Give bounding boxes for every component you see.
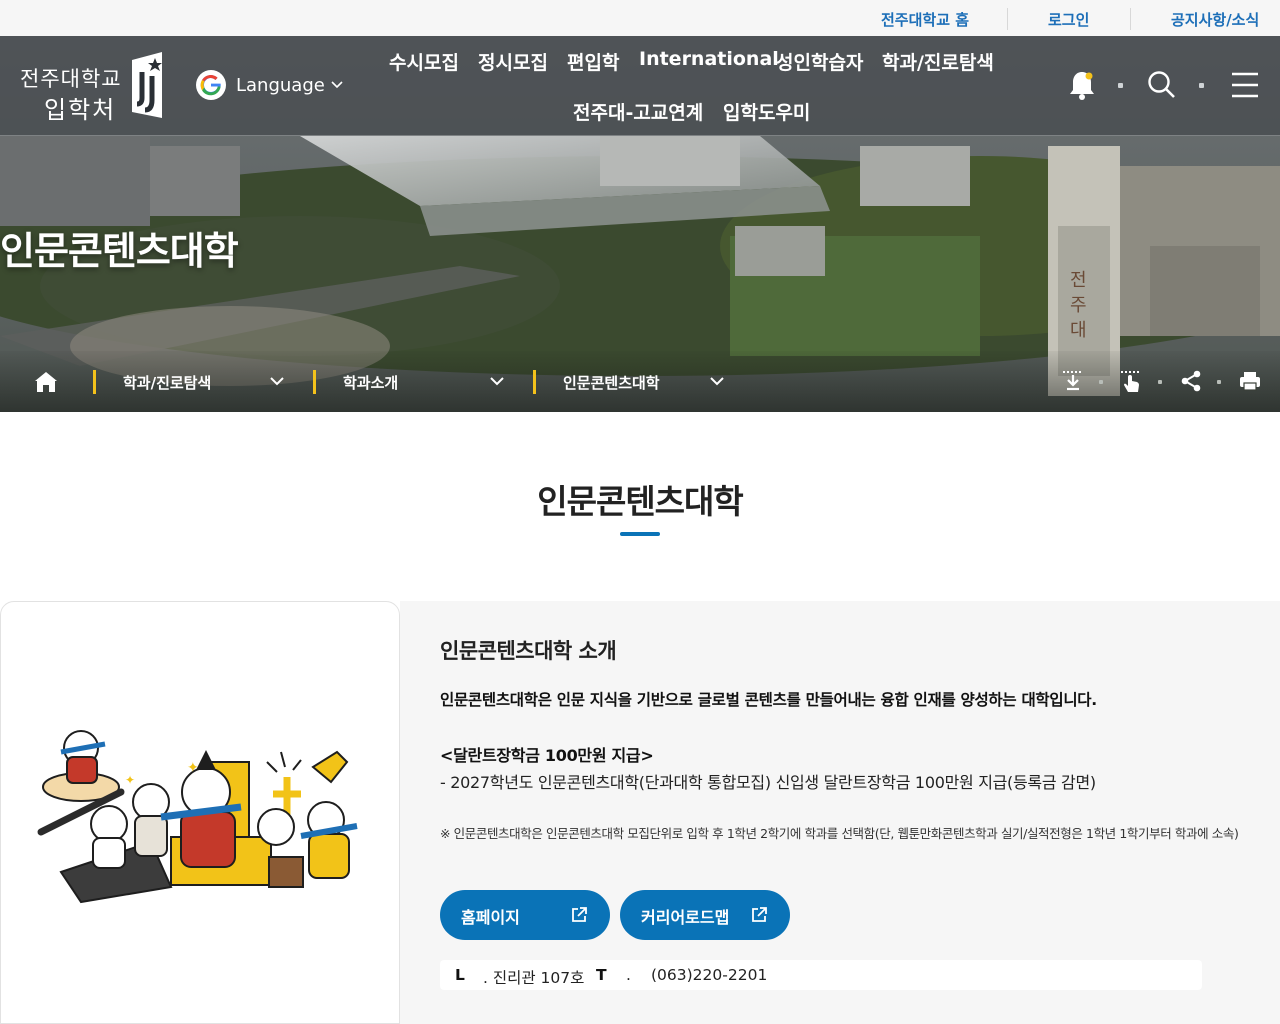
touch-icon[interactable] xyxy=(1119,370,1143,394)
menu-icon[interactable] xyxy=(1231,71,1259,99)
external-link-icon xyxy=(752,907,767,922)
admission-note: ※ 인문콘텐츠대학은 인문콘텐츠대학 모집단위로 입학 후 1학년 2학기에 학… xyxy=(440,826,1239,841)
section-title: 인문콘텐츠대학 소개 xyxy=(440,639,617,663)
search-icon[interactable] xyxy=(1147,70,1177,100)
gnb-transfer[interactable]: 편입학 xyxy=(567,48,619,75)
homepage-button[interactable]: 홈페이지 xyxy=(440,890,610,940)
title-underline xyxy=(620,532,660,536)
language-selector[interactable]: Language xyxy=(196,69,343,101)
location-value: . 진리관 107호 xyxy=(483,969,585,987)
svg-text:대: 대 xyxy=(1070,320,1087,341)
location-key: L xyxy=(455,966,465,984)
chevron-down-icon[interactable] xyxy=(489,375,505,387)
svg-text:전: 전 xyxy=(1070,270,1087,291)
university-home-link[interactable]: 전주대학교 홈 xyxy=(881,9,969,30)
homepage-button-label: 홈페이지 xyxy=(461,908,520,927)
career-roadmap-button[interactable]: 커리어로드맵 xyxy=(620,890,790,940)
logo-office-name[interactable]: 입학처 xyxy=(44,90,116,125)
tel-separator: . xyxy=(626,966,631,984)
svg-text:주: 주 xyxy=(1070,295,1087,316)
language-label: Language xyxy=(236,74,325,96)
gnb-high-school-link[interactable]: 전주대-고교연계 xyxy=(573,98,703,125)
external-link-icon xyxy=(572,907,587,922)
university-logo-icon[interactable] xyxy=(128,50,168,120)
breadcrumb-level-3[interactable]: 인문콘텐츠대학 xyxy=(563,372,660,393)
print-icon[interactable] xyxy=(1239,370,1261,392)
college-lead-text: 인문콘텐츠대학은 인문 지식을 기반으로 글로벌 콘텐츠를 만들어내는 융합 인… xyxy=(440,691,1097,709)
chevron-down-icon[interactable] xyxy=(709,375,725,387)
notice-link[interactable]: 공지사항/소식 xyxy=(1171,9,1259,30)
svg-text:✦: ✦ xyxy=(187,760,199,776)
download-icon[interactable] xyxy=(1061,370,1085,392)
logo-university-name[interactable]: 전주대학교 xyxy=(20,63,122,93)
scholarship-detail: - 2027학년도 인문콘텐츠대학(단과대학 통합모집) 신입생 달란트장학금 … xyxy=(440,773,1096,792)
header-divider-dot xyxy=(1199,83,1204,88)
utility-bar: 전주대학교 홈 로그인 공지사항/소식 xyxy=(0,0,1280,36)
share-icon[interactable] xyxy=(1180,370,1202,392)
gnb-admission-helper[interactable]: 입학도우미 xyxy=(723,98,810,125)
mascot-illustration: ✦ ✦ xyxy=(37,730,358,904)
google-icon xyxy=(196,70,226,100)
svg-text:✦: ✦ xyxy=(125,773,135,787)
gnb-department-explore[interactable]: 학과/진로탐색 xyxy=(882,48,994,75)
breadcrumb-divider xyxy=(313,370,316,394)
bell-icon[interactable] xyxy=(1068,69,1096,101)
career-roadmap-button-label: 커리어로드맵 xyxy=(641,908,730,927)
tool-divider-dot xyxy=(1158,380,1162,384)
tel-value[interactable]: (063)220-2201 xyxy=(651,966,767,984)
contact-info: L . 진리관 107호 T . (063)220-2201 xyxy=(440,960,1202,990)
breadcrumb-divider xyxy=(533,370,536,394)
chevron-down-icon[interactable] xyxy=(269,375,285,387)
gnb-regular-admission[interactable]: 정시모집 xyxy=(478,48,548,75)
breadcrumb-level-2[interactable]: 학과소개 xyxy=(343,372,398,393)
gnb-international[interactable]: International xyxy=(639,48,779,70)
tel-key: T xyxy=(596,966,607,984)
header-divider-dot xyxy=(1118,83,1123,88)
chevron-down-icon xyxy=(331,81,343,89)
login-link[interactable]: 로그인 xyxy=(1048,9,1089,30)
hero-banner: 전 주 대 전주대학교 입학처 Language 수시모집 정시모집 편입학 I… xyxy=(0,36,1280,412)
hero-title: 인문콘텐츠대학 xyxy=(0,229,239,273)
college-mascot-card: ✦ ✦ xyxy=(0,601,400,1024)
tool-divider-dot xyxy=(1217,380,1221,384)
home-icon[interactable] xyxy=(34,371,58,393)
tool-divider-dot xyxy=(1099,380,1103,384)
gnb-adult-learner[interactable]: 성인학습자 xyxy=(776,48,863,75)
utility-divider xyxy=(1007,8,1008,30)
scholarship-heading: <달란트장학금 100만원 지급> xyxy=(440,746,654,765)
gnb-early-admission[interactable]: 수시모집 xyxy=(389,48,459,75)
utility-divider xyxy=(1130,8,1131,30)
breadcrumb-divider xyxy=(93,370,96,394)
breadcrumb: 학과/진로탐색 학과소개 인문콘텐츠대학 xyxy=(0,351,1280,412)
page-title: 인문콘텐츠대학 xyxy=(537,482,744,521)
breadcrumb-level-1[interactable]: 학과/진로탐색 xyxy=(123,372,211,393)
